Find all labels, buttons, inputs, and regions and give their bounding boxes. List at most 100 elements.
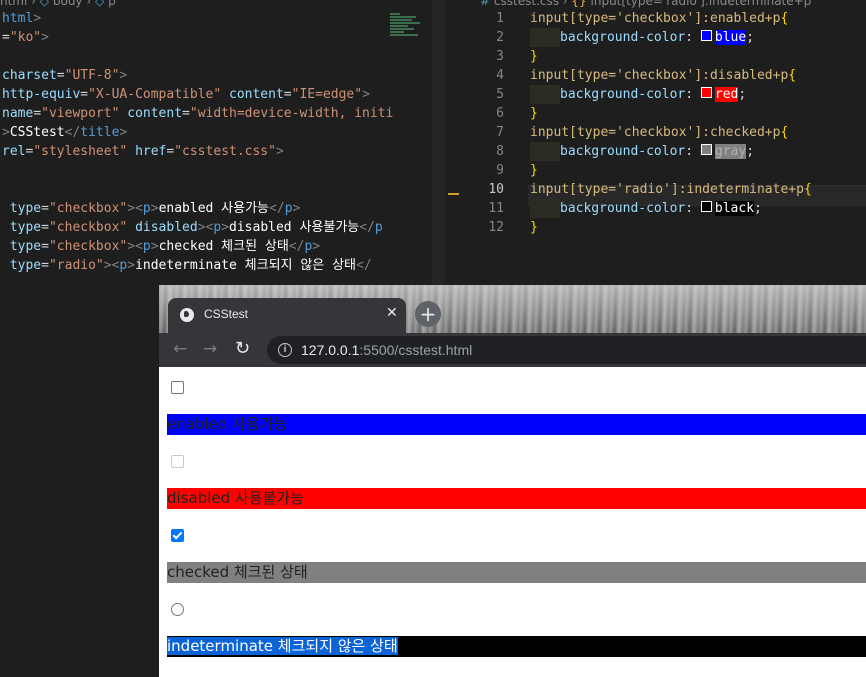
line-number: 11 bbox=[488, 201, 504, 216]
css-line: background-color: blue; bbox=[530, 28, 754, 47]
code-token: > bbox=[292, 201, 301, 216]
new-tab-button[interactable]: + bbox=[415, 301, 441, 327]
semicolon: ; bbox=[754, 201, 762, 216]
address-bar[interactable]: i 127.0.0.1:5500/csstest.html bbox=[267, 336, 866, 364]
css-line: } bbox=[530, 161, 538, 180]
code-token: > bbox=[119, 125, 128, 140]
css-line: } bbox=[530, 104, 538, 123]
info-icon[interactable]: i bbox=[278, 343, 292, 357]
code-token: = bbox=[283, 87, 292, 102]
css-property: background-color bbox=[560, 87, 686, 102]
css-line: } bbox=[530, 47, 538, 66]
color-swatch[interactable] bbox=[700, 201, 712, 212]
code-token: "checkbox" bbox=[48, 220, 128, 235]
indent-guide bbox=[530, 142, 560, 161]
indent-guide bbox=[530, 85, 560, 104]
css-value: gray bbox=[714, 144, 747, 159]
code-token: "UTF-8" bbox=[64, 68, 120, 83]
checkbox-checked[interactable] bbox=[171, 529, 184, 542]
indent-guide bbox=[530, 28, 560, 47]
css-line: background-color: black; bbox=[530, 199, 762, 218]
line-number: 1 bbox=[496, 11, 504, 26]
line-number: 4 bbox=[496, 68, 504, 83]
breadcrumb-p[interactable]: p bbox=[108, 0, 116, 8]
code-token: content bbox=[229, 87, 284, 102]
colon: : bbox=[685, 201, 701, 216]
code-token: p bbox=[374, 220, 383, 235]
code-token: rel bbox=[2, 144, 26, 159]
code-token: </ bbox=[269, 201, 285, 216]
forward-arrow-icon[interactable]: → bbox=[203, 339, 217, 359]
code-token: "stylesheet" bbox=[33, 144, 128, 159]
checkbox-enabled[interactable] bbox=[171, 381, 184, 394]
breadcrumb-selector[interactable]: input[type='radio']:indeterminate+p bbox=[591, 0, 812, 8]
checkbox-disabled bbox=[171, 455, 184, 468]
css-selector: input[type='checkbox']:checked+p bbox=[530, 125, 781, 140]
code-token: indeterminate 체크되지 않은 상태 bbox=[135, 258, 356, 273]
code-token: p bbox=[142, 201, 151, 216]
code-line: type="checkbox"><p>checked 체크된 상태</p> bbox=[2, 237, 320, 256]
code-token: > bbox=[150, 201, 159, 216]
close-brace: } bbox=[530, 220, 538, 235]
code-token: </ bbox=[288, 239, 305, 254]
code-token: = bbox=[41, 201, 49, 216]
url-text[interactable]: 127.0.0.1:5500/csstest.html bbox=[301, 342, 472, 358]
paragraph-text: enabled 사용가능 bbox=[167, 415, 288, 433]
globe-icon bbox=[180, 308, 194, 322]
code-token: = bbox=[182, 106, 190, 121]
html-editor-pane[interactable]: html › ◇ body › ◇ p html> ="ko"> charset="… bbox=[0, 0, 460, 285]
url-host: 127.0.0.1 bbox=[301, 342, 360, 358]
code-token: "viewport" bbox=[41, 106, 120, 121]
css-property: background-color bbox=[560, 144, 686, 159]
open-brace: { bbox=[803, 182, 812, 197]
css-line: input[type='checkbox']:enabled+p{ bbox=[530, 9, 788, 28]
code-token: checked 체크된 상태 bbox=[158, 239, 289, 254]
code-token: html bbox=[2, 11, 34, 26]
code-token: name bbox=[2, 106, 34, 121]
semicolon: ; bbox=[738, 87, 747, 102]
line-number: 7 bbox=[496, 125, 504, 140]
code-token: "IE=edge" bbox=[291, 87, 363, 102]
browser-tab[interactable]: CSStest ✕ bbox=[168, 298, 406, 333]
css-breadcrumb: # csstest.css › {} input[type='radio']:i… bbox=[480, 0, 811, 8]
colon: : bbox=[685, 144, 701, 159]
line-number: 10 bbox=[488, 182, 504, 197]
css-value: blue bbox=[714, 30, 747, 45]
code-token: type bbox=[9, 201, 42, 216]
color-swatch[interactable] bbox=[700, 87, 712, 98]
reload-icon[interactable]: ↻ bbox=[235, 338, 250, 359]
radio-indeterminate[interactable] bbox=[171, 603, 184, 616]
breadcrumb-html[interactable]: html bbox=[0, 0, 27, 8]
line-number: 12 bbox=[488, 220, 504, 235]
breadcrumb-file[interactable]: csstest.css bbox=[494, 0, 559, 8]
code-token: > bbox=[127, 258, 136, 273]
minimap[interactable] bbox=[390, 12, 422, 46]
semicolon: ; bbox=[746, 30, 755, 45]
code-token: = bbox=[80, 87, 89, 102]
close-brace: } bbox=[530, 49, 538, 64]
code-token: > bbox=[119, 68, 128, 83]
editor-scrollbar[interactable] bbox=[432, 0, 446, 285]
code-token: >< bbox=[127, 239, 143, 254]
browser-window: CSStest ✕ + ← → ↻ i 127.0.0.1:5500/csste… bbox=[159, 285, 866, 677]
back-arrow-icon[interactable]: ← bbox=[173, 339, 187, 359]
color-swatch[interactable] bbox=[700, 144, 712, 155]
code-line: charset="UTF-8"> bbox=[2, 66, 127, 85]
css-editor-pane[interactable]: # csstest.css › {} input[type='radio']:i… bbox=[462, 0, 866, 285]
code-token: </ bbox=[356, 258, 372, 273]
paragraph-enabled: enabled 사용가능 bbox=[167, 414, 866, 435]
css-value: red bbox=[714, 87, 739, 102]
page-content: enabled 사용가능 disabled 사용불가능 checked 체크된 상태… bbox=[159, 367, 866, 677]
css-value: black bbox=[714, 201, 755, 216]
breadcrumb-body[interactable]: body bbox=[53, 0, 83, 8]
color-swatch[interactable] bbox=[700, 30, 712, 41]
indent-guide bbox=[530, 199, 560, 218]
code-token: </ bbox=[64, 125, 81, 140]
close-icon[interactable]: ✕ bbox=[386, 305, 398, 321]
code-token: enabled 사용가능 bbox=[158, 201, 270, 216]
code-token: > bbox=[275, 144, 284, 159]
selector-icon: {} bbox=[571, 0, 587, 8]
